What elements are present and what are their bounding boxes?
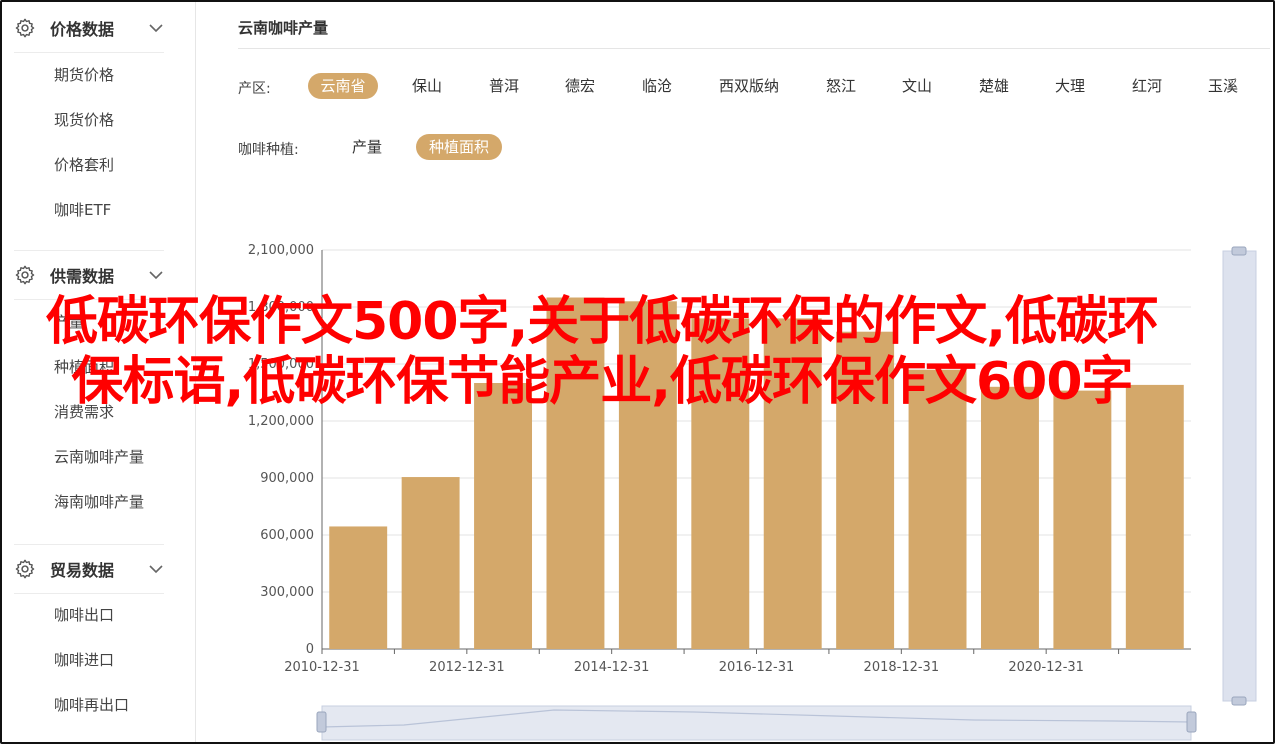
- region-pill[interactable]: 大理: [1040, 73, 1100, 99]
- sidebar-item-export[interactable]: 咖啡出口: [54, 604, 114, 625]
- slider-handle-top: [1231, 246, 1247, 256]
- x-tick-label: 2010-12-31: [284, 660, 360, 675]
- region-pill[interactable]: 文山: [887, 73, 947, 99]
- region-pill[interactable]: 普洱: [474, 73, 534, 99]
- y-tick-label: 300,000: [260, 585, 314, 600]
- metric-pill-production[interactable]: 产量: [337, 134, 397, 160]
- horizontal-zoom-slider[interactable]: [316, 705, 1197, 741]
- slider-handle-bottom: [1231, 696, 1247, 706]
- y-tick-label: 900,000: [260, 471, 314, 486]
- region-pill[interactable]: 保山: [397, 73, 457, 99]
- region-pill[interactable]: 楚雄: [964, 73, 1024, 99]
- vertical-zoom-slider[interactable]: [1222, 246, 1257, 706]
- page-title: 云南咖啡产量: [238, 19, 329, 37]
- y-tick-label: 2,100,000: [248, 243, 314, 258]
- chevron-down-icon[interactable]: [148, 20, 164, 36]
- y-tick-label: 1,200,000: [248, 414, 314, 429]
- region-pill[interactable]: 红河: [1117, 73, 1177, 99]
- sidebar-item-reexport[interactable]: 咖啡再出口: [54, 694, 129, 715]
- sidebar-group-price[interactable]: 价格数据: [14, 4, 164, 53]
- title-divider: [238, 48, 1270, 49]
- sidebar-item-arbitrage[interactable]: 价格套利: [54, 154, 114, 175]
- gear-icon: [15, 18, 35, 38]
- sidebar-group-trade[interactable]: 贸易数据: [14, 545, 164, 594]
- bar-2021-12-31[interactable]: [1125, 384, 1184, 649]
- bar-2011-12-31[interactable]: [401, 477, 460, 649]
- bar-2020-12-31[interactable]: [1053, 390, 1112, 649]
- metric-pill-area[interactable]: 种植面积: [416, 134, 502, 160]
- bar-2012-12-31[interactable]: [474, 383, 533, 649]
- sidebar-item-futures[interactable]: 期货价格: [54, 64, 114, 85]
- gear-icon: [15, 265, 35, 285]
- bar-2010-12-31[interactable]: [329, 526, 388, 649]
- slider-handle-left: [316, 711, 327, 733]
- sidebar-group-title: 价格数据: [50, 20, 115, 39]
- x-tick-label: 2018-12-31: [864, 660, 940, 675]
- x-tick-label: 2020-12-31: [1008, 660, 1084, 675]
- sidebar-group-title: 贸易数据: [50, 561, 115, 580]
- slider-handle-right: [1186, 711, 1197, 733]
- sidebar-item-etf[interactable]: 咖啡ETF: [54, 199, 111, 220]
- y-tick-label: 0: [306, 642, 314, 657]
- x-tick-label: 2014-12-31: [574, 660, 650, 675]
- sidebar-item-yunnan[interactable]: 云南咖啡产量: [54, 446, 144, 467]
- app-window: 价格数据 期货价格 现货价格 价格套利 咖啡ETF 供需数据 产量 种植面积 消…: [0, 0, 1275, 744]
- sidebar-group-title: 供需数据: [50, 267, 115, 286]
- region-pill[interactable]: 玉溪: [1193, 73, 1253, 99]
- chevron-down-icon[interactable]: [148, 561, 164, 577]
- y-tick-label: 600,000: [260, 528, 314, 543]
- sidebar-item-import[interactable]: 咖啡进口: [54, 649, 114, 670]
- sidebar-item-hainan[interactable]: 海南咖啡产量: [54, 491, 144, 512]
- region-pill[interactable]: 临沧: [627, 73, 687, 99]
- bar-2019-12-31[interactable]: [980, 386, 1039, 649]
- region-pill[interactable]: 德宏: [550, 73, 610, 99]
- x-axis-ticks: 2010-12-31 2012-12-31 2014-12-31 2016-12-31…: [284, 649, 1120, 675]
- region-filter-label: 产区:: [238, 81, 271, 97]
- metric-filter-label: 咖啡种植:: [238, 142, 299, 158]
- region-pill[interactable]: 云南省: [308, 73, 378, 99]
- region-pill[interactable]: 怒江: [811, 73, 871, 99]
- region-pill[interactable]: 西双版纳: [709, 73, 789, 99]
- x-tick-label: 2016-12-31: [719, 660, 795, 675]
- gear-icon: [15, 559, 35, 579]
- chevron-down-icon[interactable]: [148, 267, 164, 283]
- x-tick-label: 2012-12-31: [429, 660, 505, 675]
- sidebar-item-spot[interactable]: 现货价格: [54, 109, 114, 130]
- overlay-banner-text: 低碳环保作文500字,关于低碳环保的作文,低碳环保标语,低碳环保节能产业,低碳环…: [45, 292, 1159, 412]
